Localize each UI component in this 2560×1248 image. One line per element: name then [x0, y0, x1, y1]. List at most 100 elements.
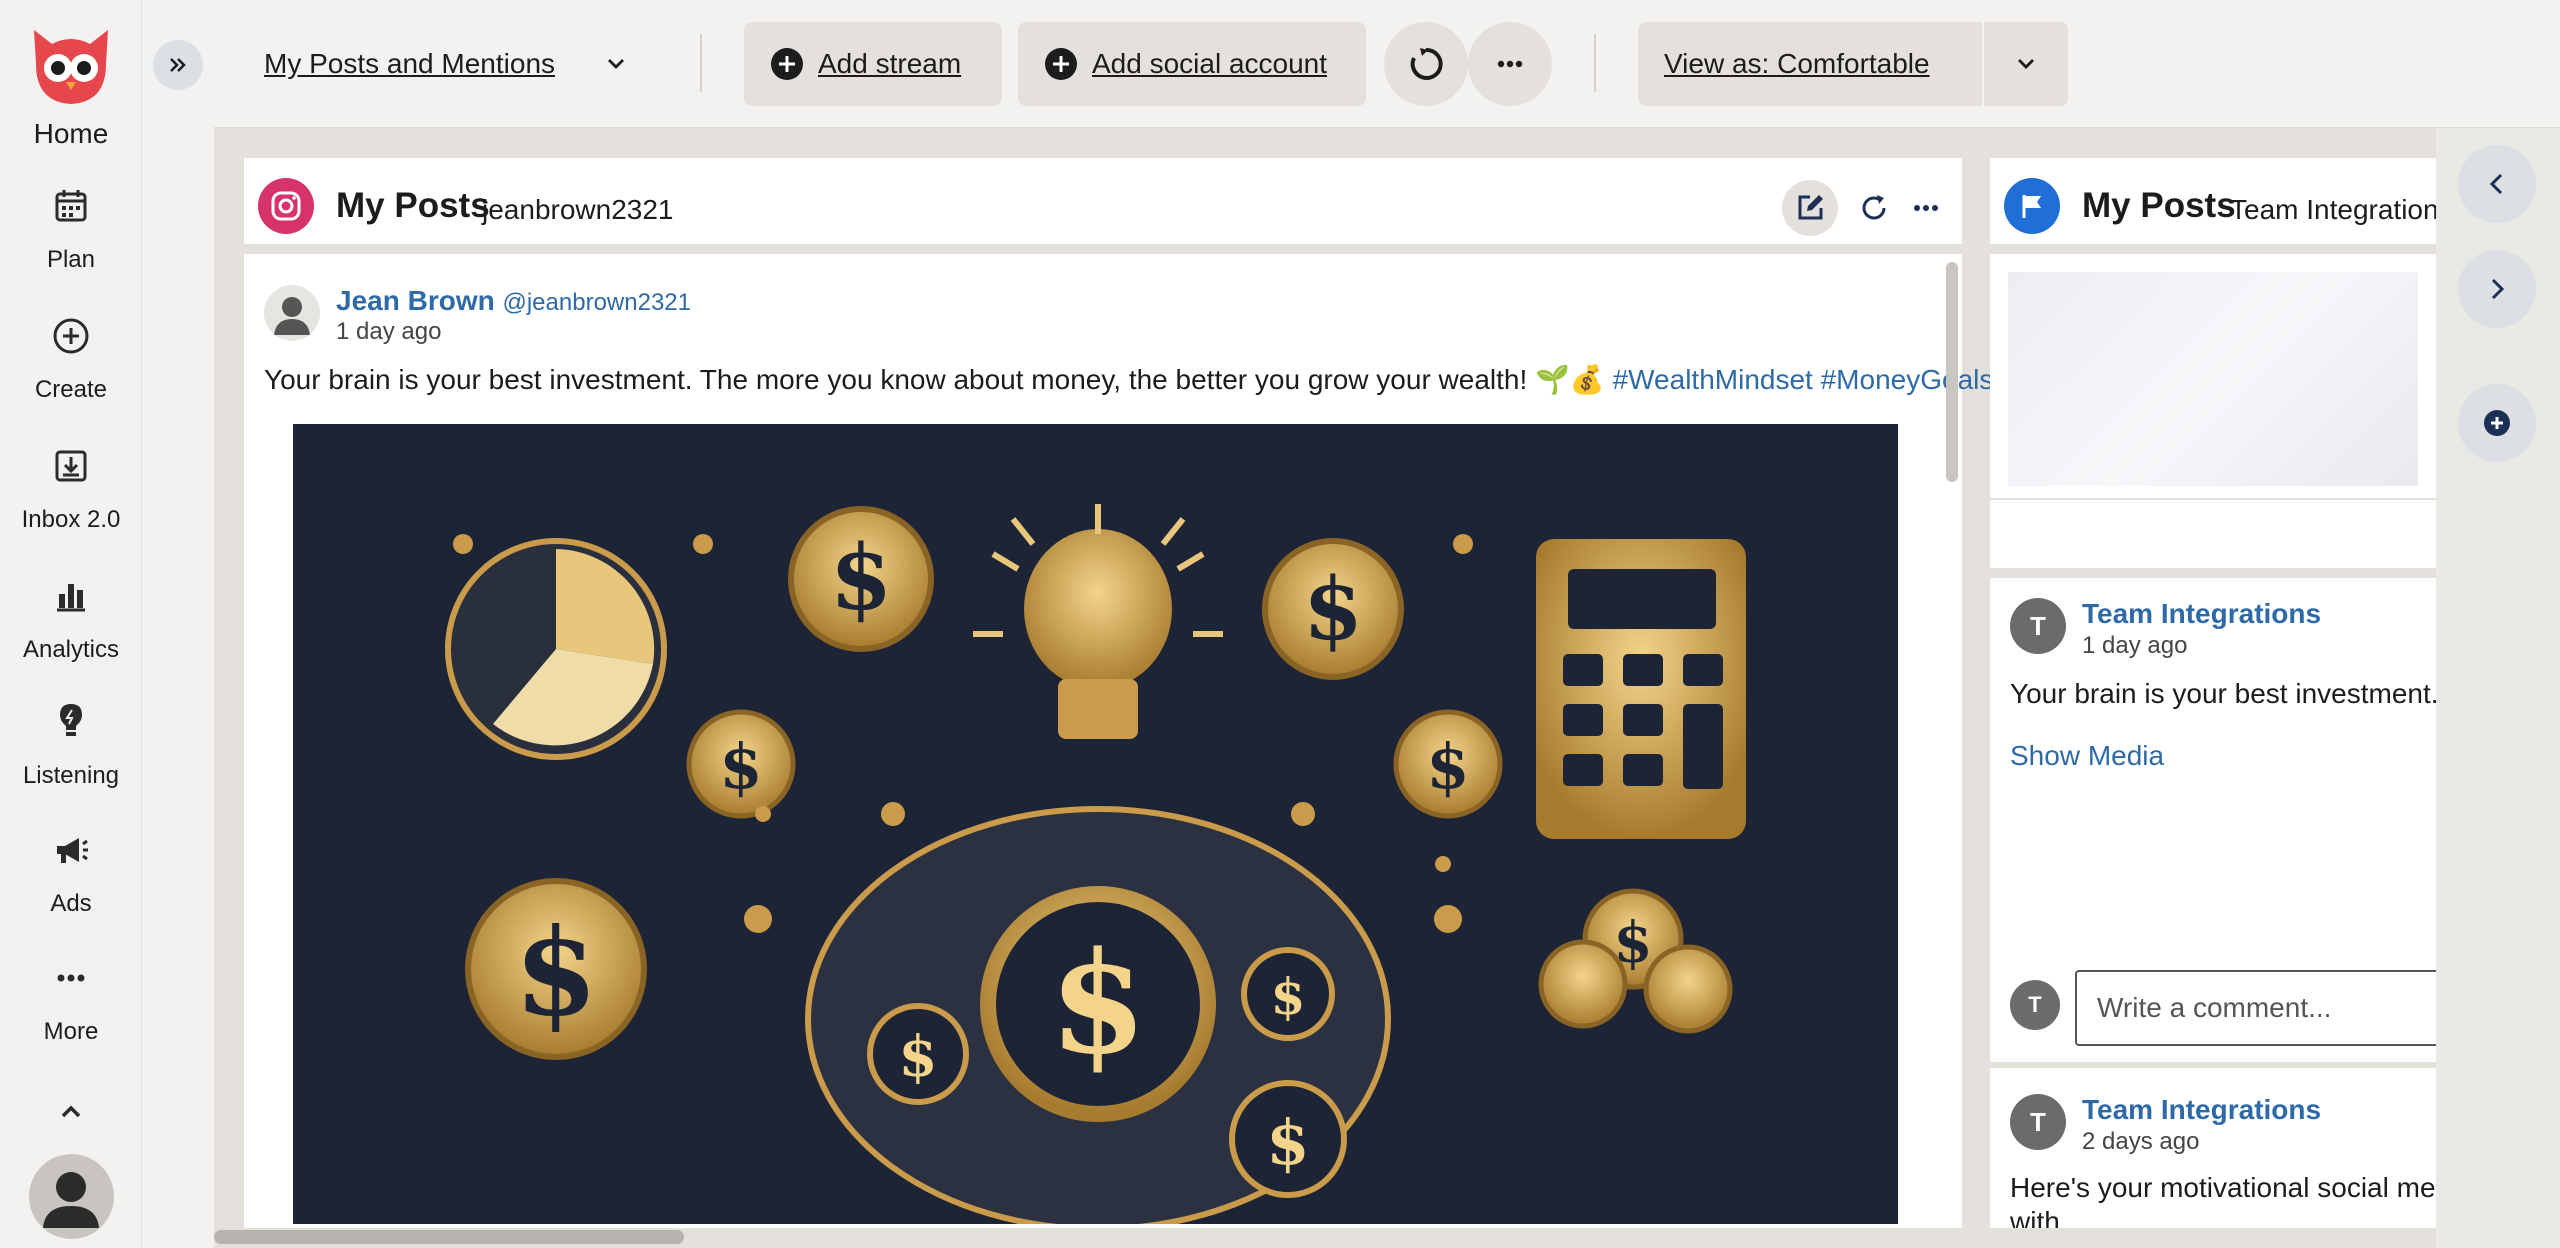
add-stream-label: Add stream: [818, 48, 962, 79]
view-as-dropdown[interactable]: [1984, 22, 2068, 106]
add-stream-button[interactable]: Add stream: [744, 22, 1002, 106]
flag-icon: [2004, 178, 2060, 234]
plus-circle-icon: [2484, 410, 2510, 436]
svg-text:$: $: [1049, 922, 1146, 1086]
add-social-account-label: Add social account: [1092, 48, 1328, 79]
nav-label: More: [43, 1018, 99, 1045]
stream-account: jeanbrown2321: [482, 194, 674, 225]
hashtag-link[interactable]: #WealthMindset: [1613, 364, 1813, 395]
svg-text:$: $: [1426, 730, 1469, 803]
nav-item-ads[interactable]: Ads: [0, 830, 142, 918]
show-media-link[interactable]: Show Media: [2010, 740, 2164, 772]
comment-avatar: T: [2010, 980, 2060, 1030]
stream-header: My Posts Team Integrations: [1990, 158, 2453, 254]
author-avatar[interactable]: [264, 285, 320, 341]
view-as-button[interactable]: View as: Comfortable: [1638, 22, 1982, 106]
nav-home-label[interactable]: Home: [0, 118, 142, 150]
nav-item-create[interactable]: Create: [0, 316, 142, 404]
inbox-icon: [55, 450, 87, 482]
nav-collapse-button[interactable]: [0, 1092, 142, 1132]
view-as-label: View as: Comfortable: [1664, 48, 1930, 79]
hashtag-link[interactable]: #MoneyGoals: [1821, 364, 1994, 395]
horizontal-scrollbar[interactable]: [214, 1230, 684, 1244]
team-avatar[interactable]: T: [2010, 1094, 2066, 1150]
chevron-down-icon: [2018, 59, 2034, 69]
stream-title: My Posts: [2082, 186, 2236, 225]
divider: [700, 34, 702, 92]
more-horizontal-icon: [1914, 205, 1938, 211]
svg-text:$: $: [1266, 1106, 1309, 1179]
compose-button[interactable]: [1782, 180, 1838, 236]
refresh-icon: [1410, 47, 1443, 80]
nav-label: Ads: [50, 890, 92, 917]
media-placeholder: [2008, 272, 2418, 486]
scroll-right-button[interactable]: [2458, 250, 2536, 328]
post-text-continued: with: [2010, 1206, 2060, 1228]
nav-item-analytics[interactable]: Analytics: [0, 576, 142, 664]
post-text: Here's your motivational social med: [2010, 1172, 2436, 1203]
person-icon: [43, 1172, 99, 1228]
post-author[interactable]: Team Integrations: [2082, 598, 2321, 630]
more-horizontal-icon: [1497, 60, 1523, 68]
stream-vertical-scrollbar[interactable]: [1946, 262, 1958, 482]
plus-circle-icon: [53, 318, 89, 354]
edit-icon: [1798, 195, 1823, 220]
top-toolbar: My Posts and Mentions Add stream Add soc…: [214, 0, 2560, 128]
nav-item-inbox[interactable]: Inbox 2.0: [0, 446, 142, 534]
divider: [1594, 34, 1596, 92]
post-text: Your brain is your best investment. T: [2010, 678, 2436, 709]
money-intelligence-illustration: $ $ $ $ $ $ $ $ $ $: [293, 424, 1898, 1224]
more-horizontal-icon: [57, 974, 85, 982]
stream-title: My Posts: [336, 186, 490, 225]
user-avatar[interactable]: [29, 1154, 114, 1239]
post-time: 1 day ago: [336, 318, 442, 345]
double-chevron-right-icon: [170, 58, 186, 72]
nav-item-listening[interactable]: Listening: [0, 700, 142, 790]
expand-sidebar-button[interactable]: [153, 40, 203, 90]
add-stream-rail-button[interactable]: [2458, 384, 2536, 462]
svg-text:$: $: [1303, 559, 1363, 660]
team-avatar[interactable]: T: [2010, 598, 2066, 654]
chevron-up-icon: [61, 1105, 81, 1118]
secondary-nav-strip: [142, 0, 214, 1248]
left-navigation: Home Plan Create Inbox 2.0 Analytics Lis…: [0, 0, 142, 1248]
svg-text:$: $: [830, 525, 893, 631]
more-options-button[interactable]: [1468, 22, 1552, 106]
add-social-account-button[interactable]: Add social account: [1018, 22, 1366, 106]
post-time: 1 day ago: [2082, 632, 2188, 659]
post-time: 2 days ago: [2082, 1128, 2200, 1155]
post-author[interactable]: Team Integrations: [2082, 1094, 2321, 1126]
divider: [1990, 1062, 2436, 1068]
calendar-icon: [55, 190, 87, 222]
nav-label: Inbox 2.0: [21, 506, 121, 533]
person-icon: [274, 297, 310, 335]
refresh-icon: [1862, 195, 1886, 220]
stream-options-button[interactable]: [1902, 184, 1950, 232]
divider: [1990, 498, 2436, 500]
hootsuite-owl-logo[interactable]: [26, 24, 116, 108]
nav-label: Analytics: [22, 636, 120, 663]
lightbulb-icon: [60, 704, 82, 736]
nav-label: Plan: [46, 246, 96, 273]
megaphone-icon: [57, 838, 88, 863]
post-image[interactable]: $ $ $ $ $ $ $ $ $ $: [293, 424, 1898, 1224]
stream-header: My Posts jeanbrown2321: [244, 158, 1962, 254]
comment-input[interactable]: Write a comment...: [2075, 970, 2436, 1046]
svg-text:$: $: [899, 1024, 938, 1090]
stream-account: Team Integrations: [2230, 194, 2453, 225]
refresh-all-button[interactable]: [1384, 22, 1468, 106]
nav-item-more[interactable]: More: [0, 958, 142, 1046]
post-text: Your brain is your best investment. The …: [264, 364, 1994, 395]
divider: [1990, 568, 2436, 578]
chevron-down-icon[interactable]: [602, 50, 630, 78]
post-handle: @jeanbrown2321: [502, 289, 691, 316]
board-select[interactable]: My Posts and Mentions: [264, 48, 555, 80]
post-author[interactable]: Jean Brown @jeanbrown2321: [336, 285, 691, 317]
chevron-left-icon: [2489, 173, 2503, 195]
stream-refresh-button[interactable]: [1850, 184, 1898, 232]
chevron-right-icon: [2491, 278, 2505, 300]
instagram-icon: [258, 178, 314, 234]
svg-text:$: $: [1271, 967, 1306, 1026]
scroll-left-button[interactable]: [2458, 145, 2536, 223]
nav-item-plan[interactable]: Plan: [0, 186, 142, 274]
